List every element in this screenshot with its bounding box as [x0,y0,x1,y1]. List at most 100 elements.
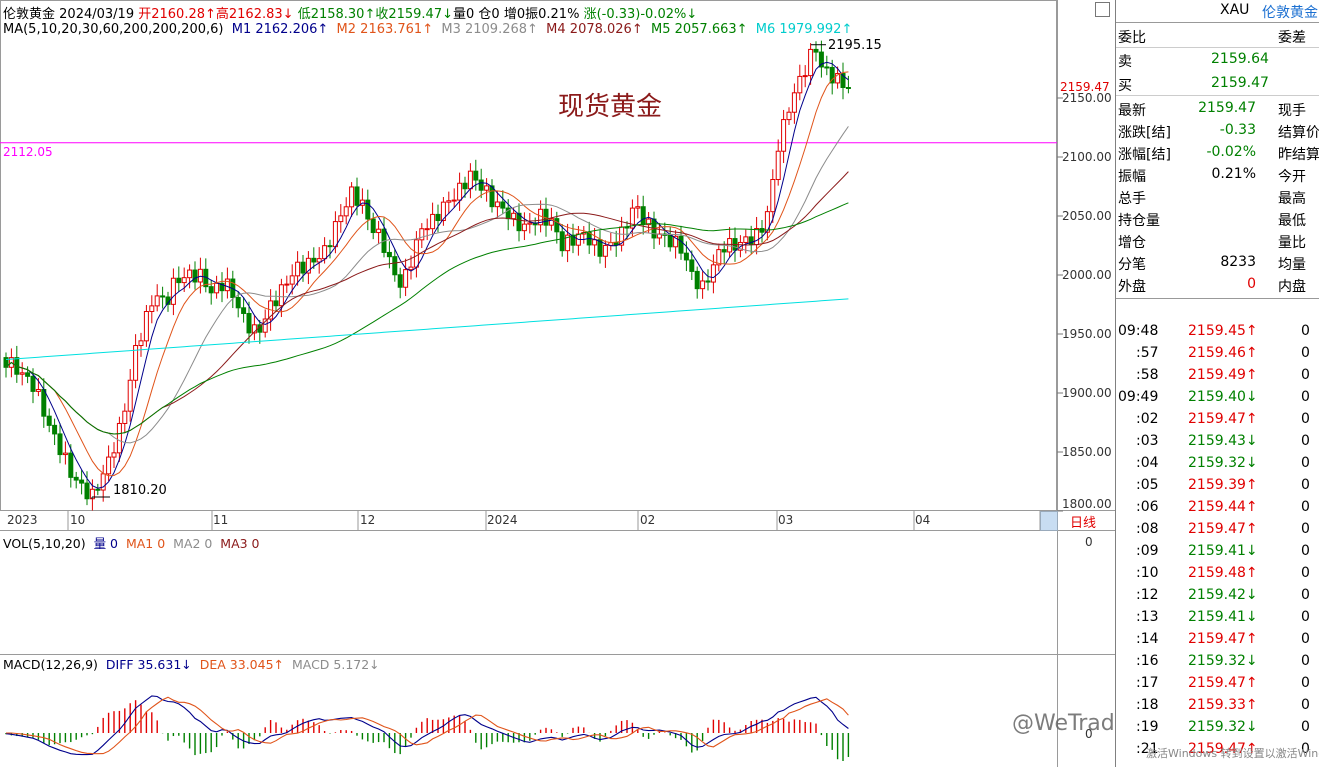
candle-body [424,228,430,231]
tick-time: :12 [1136,587,1159,603]
side-stat-row: 持仓量 最低 [1116,208,1319,230]
tick-row[interactable]: :04 2159.32↓ 0 [1116,453,1319,475]
tick-time: :05 [1136,477,1159,493]
scroll-handle[interactable] [1040,511,1058,531]
side-stat-row: 分笔 8233 均量 [1116,252,1319,274]
candle-body [705,280,711,283]
stat-label: 总手 [1118,191,1146,207]
tick-price: 2159.32↓ [1188,455,1258,471]
tick-price: 2159.47↑ [1188,411,1258,427]
tick-row[interactable]: :17 2159.47↑ 0 [1116,673,1319,695]
tick-time: :14 [1136,631,1159,647]
main-pane-frame [0,0,1057,511]
candle-body [322,245,328,260]
tick-time: 09:49 [1118,389,1159,405]
tick-row[interactable]: 09:49 2159.40↓ 0 [1116,387,1319,409]
macd-value: MACD 5.172↓ [291,657,380,672]
ma-m4: M4 2078.026↑ [546,22,643,37]
tick-volume: 0 [1301,499,1310,515]
price-axis-label: 1950.00 [1062,327,1112,341]
tick-volume: 0 [1301,433,1310,449]
stat-label: 最新 [1118,103,1146,119]
tick-row[interactable]: :13 2159.41↓ 0 [1116,607,1319,629]
high-annotation: 2195.15 [828,38,882,53]
candle-body [208,286,214,294]
candle-body [667,234,673,248]
side-code: XAU [1220,2,1250,18]
side-stat-row: 最新 2159.47 现手 [1116,98,1319,120]
stat-right-label: 现手 [1278,103,1306,119]
side-sell-row[interactable]: 卖 2159.64 [1116,49,1319,71]
candle-body [30,375,36,392]
candle-body [300,261,306,274]
candle-body [116,422,122,454]
candle-body [160,295,166,298]
sell-price: 2159.64 [1211,51,1269,67]
quote-change: 涨(-0.33)-0.02%↓ [583,7,698,22]
stat-right-label: 量比 [1278,235,1306,251]
candle-body [430,213,436,230]
tick-row[interactable]: :05 2159.39↑ 0 [1116,475,1319,497]
stat-right-label: 最高 [1278,191,1306,207]
quote-header: 伦敦黄金 2024/03/19 开2160.28↑高2162.83↓ 低2158… [3,3,697,22]
candle-body [797,75,803,94]
candle-body [214,282,220,294]
side-stat-row: 外盘 0 内盘 [1116,274,1319,296]
date-axis-label: 2024 [487,513,518,527]
instrument-name: 伦敦黄金 [3,7,56,22]
tick-row[interactable]: :10 2159.48↑ 0 [1116,563,1319,585]
quote-low: 低2158.30↑ [297,7,376,22]
tick-volume: 0 [1301,631,1310,647]
candle-body [397,274,403,288]
candle-body [392,256,398,276]
tick-price: 2159.32↓ [1188,719,1258,735]
candle-body [527,222,533,225]
tick-row[interactable]: :08 2159.47↑ 0 [1116,519,1319,541]
price-axis-label: 2000.00 [1062,268,1112,282]
price-axis-label: 1900.00 [1062,386,1112,400]
tick-row[interactable]: :06 2159.44↑ 0 [1116,497,1319,519]
tick-row[interactable]: :02 2159.47↑ 0 [1116,409,1319,431]
tick-row[interactable]: :09 2159.41↓ 0 [1116,541,1319,563]
tick-row[interactable]: 09:48 2159.45↑ 0 [1116,321,1319,343]
candle-body [241,307,247,314]
period-selector[interactable]: 日线 [1070,512,1096,531]
tick-row[interactable]: :58 2159.49↑ 0 [1116,365,1319,387]
tick-row[interactable]: :03 2159.43↓ 0 [1116,431,1319,453]
candle-body [327,245,333,248]
candle-body [149,305,155,312]
tick-volume: 0 [1301,389,1310,405]
tick-row[interactable]: :19 2159.32↓ 0 [1116,717,1319,739]
quote-position: 仓0 [478,7,500,22]
tick-price: 2159.45↑ [1188,323,1258,339]
candle-body [635,206,641,209]
side-buy-row[interactable]: 买 2159.47 [1116,73,1319,96]
tick-row[interactable]: :14 2159.47↑ 0 [1116,629,1319,651]
tick-price: 2159.47↑ [1188,675,1258,691]
candle-body [494,201,500,208]
candle-body [386,251,392,258]
candle-body [154,295,160,307]
tick-row[interactable]: :12 2159.42↓ 0 [1116,585,1319,607]
tick-row[interactable]: :18 2159.33↑ 0 [1116,695,1319,717]
activation-hint: 激活Windows 转到设置以激活Windows [1146,747,1319,760]
candle-body [602,244,608,257]
quote-side-panel[interactable]: XAU 伦敦黄金 委比 委差 卖 2159.64 买 2159.47 最新 215… [1115,0,1319,767]
kline-chart-area[interactable]: 伦敦黄金 2024/03/19 开2160.28↑高2162.83↓ 低2158… [0,0,1216,767]
tick-row[interactable]: :16 2159.32↓ 0 [1116,651,1319,673]
candle-body [106,456,112,475]
tick-row[interactable]: :57 2159.46↑ 0 [1116,343,1319,365]
ma-line-m1 [5,61,849,489]
stat-right-label: 结算价 [1278,125,1319,141]
candle-body [349,186,355,208]
candle-body [462,182,468,190]
date-axis-label: 2023 [7,513,38,527]
candle-body [764,211,770,233]
date-axis-label: 10 [70,513,86,527]
tick-time: :06 [1136,499,1159,515]
candle-body [68,452,74,478]
candle-body [332,221,338,248]
tick-time: :02 [1136,411,1159,427]
candle-body [694,270,700,290]
candle-body [79,479,85,484]
